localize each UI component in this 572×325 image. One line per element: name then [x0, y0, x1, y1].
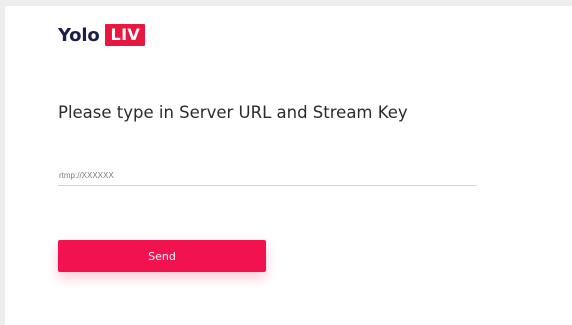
form-heading: Please type in Server URL and Stream Key — [58, 103, 408, 122]
logo-badge: LIV — [105, 24, 146, 46]
yolo-liv-logo: Yolo LIV — [58, 23, 146, 47]
stream-setup-panel: Yolo LIV Please type in Server URL and S… — [5, 6, 572, 325]
send-button[interactable]: Send — [58, 240, 266, 272]
logo-word: Yolo — [58, 24, 100, 46]
server-url-input[interactable] — [58, 165, 477, 186]
